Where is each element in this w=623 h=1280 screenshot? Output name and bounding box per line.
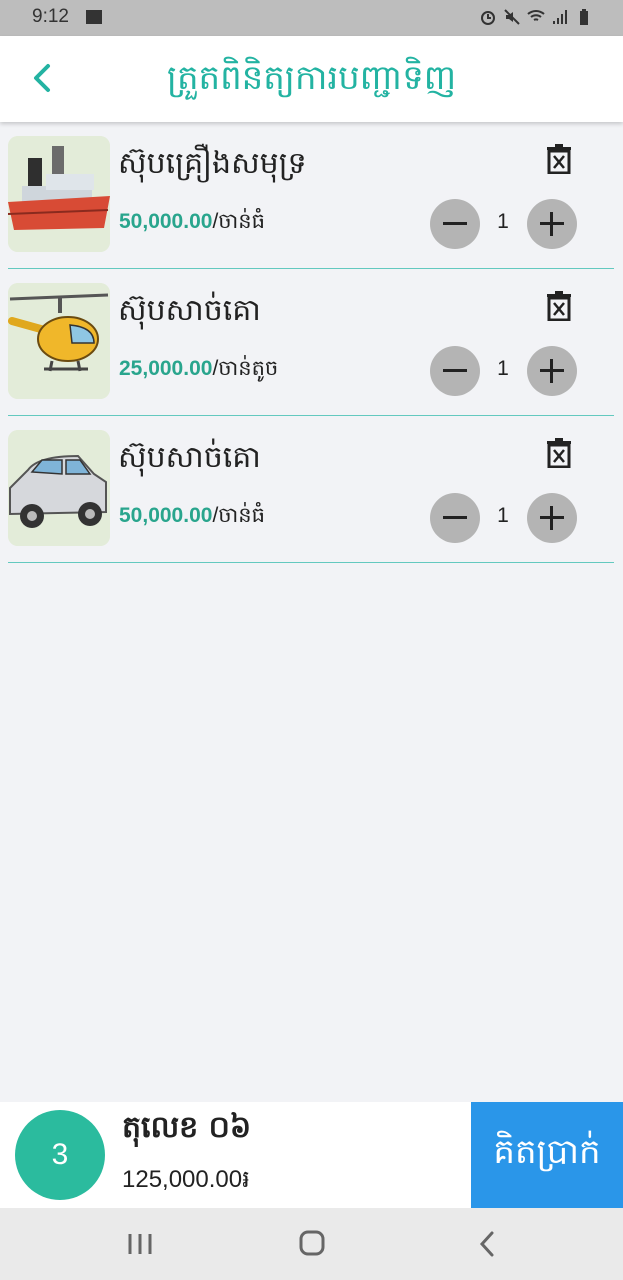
quantity-value: 1 [497, 357, 509, 380]
delete-icon[interactable] [546, 438, 572, 468]
increase-quantity-button[interactable] [527, 346, 577, 396]
signal-icon [553, 10, 567, 24]
item-price-line: 50,000.00/ចាន់ធំ [119, 502, 265, 533]
item-price-line: 25,000.00/ចាន់តូច [119, 355, 278, 386]
image-icon [86, 10, 102, 24]
status-time: 9:12 [32, 6, 69, 27]
item-price: 25,000.00 [119, 357, 213, 380]
increase-quantity-button[interactable] [527, 493, 577, 543]
cart-list: ស៊ុបគ្រឿងសមុទ្រ 50,000.00/ចាន់ធំ 1 ស៊ុបស… [8, 122, 614, 563]
item-unit: /ចាន់តូច [212, 357, 279, 380]
item-name: ស៊ុបសាច់គោ [118, 440, 261, 475]
order-summary-bar: 3 តុលេខ ០៦ 125,000.00៛ គិតប្រាក់ [0, 1102, 623, 1208]
cart-item: ស៊ុបសាច់គោ 50,000.00/ចាន់ធំ 1 [8, 416, 614, 563]
system-nav-bar [0, 1208, 623, 1280]
checkout-button[interactable]: គិតប្រាក់ [471, 1102, 623, 1208]
item-price: 50,000.00 [119, 210, 213, 233]
home-icon[interactable] [292, 1228, 332, 1260]
ship-image [8, 136, 110, 252]
decrease-quantity-button[interactable] [430, 493, 480, 543]
status-icons [479, 8, 593, 26]
mute-icon [504, 9, 520, 25]
quantity-value: 1 [497, 504, 509, 527]
helicopter-image [8, 283, 110, 399]
total-amount: 125,000.00៛ [122, 1166, 250, 1193]
increase-quantity-button[interactable] [527, 199, 577, 249]
recent-apps-icon[interactable] [120, 1228, 160, 1260]
status-bar: 9:12 [0, 0, 623, 36]
item-name: ស៊ុបសាច់គោ [118, 293, 261, 328]
battery-icon [580, 9, 588, 25]
item-name: ស៊ុបគ្រឿងសមុទ្រ [118, 146, 307, 181]
nav-back-icon[interactable] [468, 1228, 508, 1260]
cart-item: ស៊ុបគ្រឿងសមុទ្រ 50,000.00/ចាន់ធំ 1 [8, 122, 614, 269]
item-price: 50,000.00 [119, 504, 213, 527]
app-bar: ត្រួតពិនិត្យការបញ្ជាទិញ [0, 36, 623, 122]
item-unit: /ចាន់ធំ [212, 210, 265, 233]
delete-icon[interactable] [546, 291, 572, 321]
item-unit: /ចាន់ធំ [212, 504, 265, 527]
alarm-icon [481, 11, 495, 25]
delete-icon[interactable] [546, 144, 572, 174]
chevron-left-icon[interactable] [24, 58, 64, 98]
item-price-line: 50,000.00/ចាន់ធំ [119, 208, 265, 239]
item-count-badge: 3 [15, 1110, 105, 1200]
quantity-value: 1 [497, 210, 509, 233]
decrease-quantity-button[interactable] [430, 346, 480, 396]
page-title: ត្រួតពិនិត្យការបញ្ជាទិញ [166, 58, 457, 98]
cart-item: ស៊ុបសាច់គោ 25,000.00/ចាន់តូច 1 [8, 269, 614, 416]
decrease-quantity-button[interactable] [430, 199, 480, 249]
car-image [8, 430, 110, 546]
table-number: តុលេខ ០៦ [122, 1110, 252, 1145]
wifi-icon [527, 10, 545, 21]
